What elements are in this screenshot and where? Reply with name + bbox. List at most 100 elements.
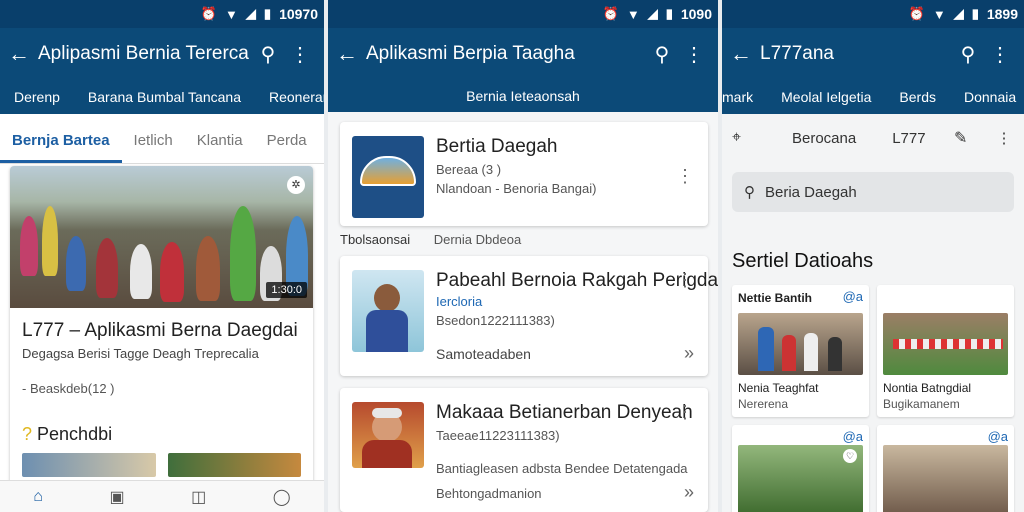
status-bar: ⏰ ▼ ◢ ▮ 1090 [328, 0, 718, 28]
status-bar: ⏰ ▼ ◢ ▮ 1899 [722, 0, 1024, 28]
news-photo: ✲ 1:30:0 [10, 166, 313, 308]
card-image: ♡ [738, 445, 863, 512]
item-title: Makaaa Betianerban Denyeah [436, 402, 693, 423]
card-badge: @a [987, 429, 1008, 444]
result-card[interactable]: @a [877, 425, 1014, 512]
app-title: Aplipasmi Bernia Tererca [38, 43, 249, 64]
card-title: Nenia Teaghfat [738, 381, 819, 395]
card-subtitle: Bugikamanem [883, 397, 960, 411]
list-item[interactable]: Makaaa Betianerban Denyeah Taeeae1122311… [340, 388, 708, 512]
tab-klantia[interactable]: Klantia [185, 132, 255, 163]
result-card[interactable]: Nontia Batngdial Bugikamanem [877, 285, 1014, 417]
tab-berita[interactable]: Bernja Bartea [0, 132, 122, 163]
screen-app-detail: ⏰ ▼ ◢ ▮ 1090 ← Aplikasmi Berpia Taagha ⚲… [328, 0, 718, 512]
list-item[interactable]: Pabeahl Bernoia Rakgah Perigdai Ierclori… [340, 256, 718, 376]
bottom-nav: ⌂ ▣ ◫ ◯ [0, 480, 324, 512]
app-publisher: Nlandoan - Benoria Bangai) [436, 181, 597, 196]
sub-nav-item[interactable]: Meolal Ielgetia [767, 89, 885, 105]
pen-icon[interactable]: ✎ [954, 128, 994, 148]
app-info-card[interactable]: Bertia Daegah Bereaa (3 ) Nlandoan - Ben… [340, 122, 708, 226]
section-label: Tbolsaonsai Dernia Dbdeoa [340, 232, 708, 247]
home-icon[interactable]: ⌂ [33, 488, 43, 506]
thumb-row [10, 445, 313, 485]
sub-nav-item[interactable]: Reonerana [255, 89, 324, 105]
search-icon[interactable]: ⚲ [646, 42, 678, 67]
toolbar: ⌖ Berocana L777 ✎ ⋮ [722, 114, 1024, 162]
result-grid: Nettie Bantih @a Nenia Teaghfat Nererena… [732, 285, 1014, 512]
section-label-left: Tbolsaonsai [340, 232, 411, 247]
more-vert-icon[interactable]: ⋮ [678, 42, 710, 67]
more-vert-icon[interactable]: ⋮ [676, 402, 694, 423]
search-icon[interactable]: ⚲ [952, 42, 984, 67]
news-icon[interactable]: ▣ [109, 487, 124, 507]
result-card[interactable]: Nettie Bantih @a Nenia Teaghfat Nererena [732, 285, 869, 417]
item-meta: Bsedon1222111383) [436, 313, 555, 328]
chevron-right-icon[interactable]: » [684, 482, 694, 503]
app-subtitle: Bernia Ieteaonsah [466, 88, 580, 104]
sub-nav-item[interactable]: Donnaia [950, 89, 1024, 105]
chevron-right-icon[interactable]: » [684, 343, 694, 364]
item-image [352, 270, 424, 352]
sub-nav-item[interactable]: mark [722, 89, 767, 105]
news-title: L777 – Aplikasmi Berna Daegdai [22, 320, 298, 341]
chat-icon[interactable]: ◯ [273, 487, 291, 507]
app-subtitle-bar: Bernia Ieteaonsah [328, 80, 718, 112]
arrow-left-icon[interactable]: ← [730, 41, 760, 67]
sub-nav-item[interactable]: Barana Bumbal Tancana [74, 89, 255, 105]
sub-nav-item[interactable]: Derenp [0, 89, 74, 105]
alarm-icon: ⏰ [200, 6, 218, 21]
tab-perda[interactable]: Perda [255, 132, 319, 163]
search-input[interactable]: ⚲ Beria Daegah [732, 172, 1014, 212]
card-badge: @a [842, 289, 863, 304]
search-icon[interactable]: ⚲ [252, 42, 284, 67]
battery-icon: ▮ [971, 6, 979, 21]
card-image [883, 313, 1008, 375]
arrow-left-icon[interactable]: ← [8, 41, 38, 67]
battery-icon: ▮ [665, 6, 673, 21]
app-rating: Bereaa (3 ) [436, 162, 502, 177]
toolbar-label[interactable]: Berocana [792, 130, 856, 147]
tab-ietlich[interactable]: Ietlich [122, 132, 185, 163]
news-meta: - Beaskdeb(12 ) [22, 381, 115, 396]
section-label-right: Dernia Dbdeoa [433, 232, 522, 247]
more-vert-icon[interactable]: ⋮ [676, 166, 694, 187]
app-bar: ← L777ana ⚲ ⋮ [722, 28, 1024, 80]
status-time: 1090 [680, 6, 712, 22]
more-vert-icon[interactable]: ⋮ [994, 129, 1014, 147]
card-image [738, 313, 863, 375]
thumb-image[interactable] [22, 453, 156, 477]
card-badge: @a [842, 429, 863, 444]
wifi-icon: ▼ [225, 6, 238, 22]
signal-icon: ◢ [245, 6, 256, 21]
search-text: Beria Daegah [765, 183, 857, 201]
alarm-icon: ⏰ [602, 6, 619, 21]
card-head [883, 291, 1008, 309]
more-vert-icon[interactable]: ⋮ [984, 42, 1016, 67]
alarm-icon: ⏰ [908, 6, 925, 21]
app-bar: ← Aplikasmi Berpia Taagha ⚲ ⋮ [328, 28, 718, 80]
favorite-icon[interactable]: ♡ [843, 449, 857, 463]
toolbar-label[interactable]: L777 [892, 130, 925, 147]
result-card[interactable]: @a ♡ [732, 425, 869, 512]
thumb-image[interactable] [167, 453, 301, 477]
signal-icon: ◢ [647, 6, 658, 21]
more-vert-icon[interactable]: ⋮ [284, 42, 316, 67]
news-card[interactable]: ✲ 1:30:0 L777 – Aplikasmi Berna Daegdai … [10, 166, 313, 496]
favorite-icon[interactable]: ✲ [287, 176, 305, 194]
bookmark-icon[interactable]: ◫ [191, 487, 206, 507]
app-logo [352, 136, 424, 218]
section-heading: Sertiel Datioahs [732, 250, 874, 272]
card-subtitle: Nererena [738, 397, 789, 411]
section-title: ? Penchdbi [22, 424, 113, 444]
more-vert-icon[interactable]: ⋮ [676, 270, 694, 291]
wifi-icon: ▼ [932, 6, 946, 22]
sub-nav-item[interactable]: Berds [885, 89, 950, 105]
item-footer: Samoteadaben [436, 346, 531, 362]
item-link[interactable]: Iercloria [436, 294, 718, 309]
news-subtitle: Degagsa Berisi Tagge Deagh Treprecalia [22, 346, 259, 361]
status-time: 10970 [279, 6, 318, 22]
item-footer: Bantiagleasen adbsta Bendee Detatengada [436, 461, 688, 476]
arrow-left-icon[interactable]: ← [336, 41, 366, 67]
app-title: Aplikasmi Berpia Taagha [366, 43, 575, 64]
pin-icon[interactable]: ⌖ [732, 129, 772, 147]
